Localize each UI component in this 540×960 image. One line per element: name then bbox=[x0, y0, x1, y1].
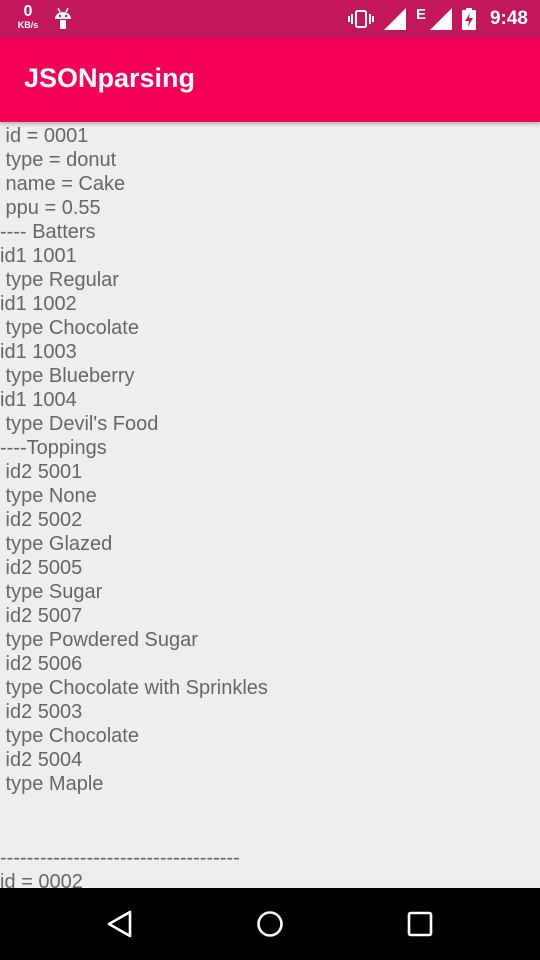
status-bar: 0 KB/s E 9:48 bbox=[0, 0, 540, 38]
output-line: ppu = 0.55 bbox=[0, 197, 101, 219]
output-line: type Chocolate bbox=[0, 317, 139, 339]
network-type-label: E bbox=[415, 5, 426, 23]
output-line: type Blueberry bbox=[0, 365, 135, 387]
output-line: type Sugar bbox=[0, 581, 103, 603]
output-line: type Powdered Sugar bbox=[0, 629, 198, 651]
home-icon[interactable] bbox=[254, 908, 286, 940]
output-line: type Maple bbox=[0, 773, 104, 795]
navigation-bar bbox=[0, 888, 540, 960]
output-line: id2 5004 bbox=[0, 749, 83, 771]
network-speed-value: 0 bbox=[23, 3, 33, 20]
output-line: id1 1004 bbox=[0, 389, 77, 411]
output-line: type Glazed bbox=[0, 533, 113, 555]
output-line: ------------------------------------ bbox=[0, 847, 240, 869]
network-speed-unit: KB/s bbox=[17, 20, 39, 30]
back-icon[interactable] bbox=[104, 908, 136, 940]
output-line: id2 5002 bbox=[0, 509, 83, 531]
app-title: JSONparsing bbox=[24, 63, 196, 93]
output-line: id2 5001 bbox=[0, 461, 83, 483]
output-line: type Chocolate with Sprinkles bbox=[0, 677, 268, 699]
output-line: type None bbox=[0, 485, 97, 507]
output-line: type Devil's Food bbox=[0, 413, 159, 435]
signal-icon bbox=[383, 8, 406, 30]
output-line: id = 0002 bbox=[0, 871, 83, 888]
output-line: type Chocolate bbox=[0, 725, 139, 747]
output-line: id1 1003 bbox=[0, 341, 77, 363]
output-line: id2 5005 bbox=[0, 557, 83, 579]
output-line: type Regular bbox=[0, 269, 119, 291]
output-line: id2 5003 bbox=[0, 701, 83, 723]
clock: 9:48 bbox=[489, 8, 528, 29]
vibrate-icon bbox=[347, 9, 374, 29]
network-speed: 0 KB/s bbox=[14, 4, 42, 30]
json-output[interactable]: id = 0001 type = donut name = Cake ppu =… bbox=[0, 124, 540, 888]
output-line: ---- Batters bbox=[0, 221, 96, 243]
output-line: name = Cake bbox=[0, 173, 126, 195]
android-debug-icon bbox=[53, 7, 73, 36]
output-line: ----Toppings bbox=[0, 437, 107, 459]
app-bar: JSONparsing bbox=[0, 38, 540, 122]
output-line: id1 1001 bbox=[0, 245, 77, 267]
output-line: id1 1002 bbox=[0, 293, 77, 315]
signal-icon bbox=[429, 8, 452, 30]
output-line: id = 0001 bbox=[0, 125, 89, 147]
battery-charging-icon bbox=[461, 8, 476, 30]
output-line: type = donut bbox=[0, 149, 117, 171]
output-line: id2 5006 bbox=[0, 653, 83, 675]
output-line: id2 5007 bbox=[0, 605, 83, 627]
recents-icon[interactable] bbox=[404, 908, 436, 940]
